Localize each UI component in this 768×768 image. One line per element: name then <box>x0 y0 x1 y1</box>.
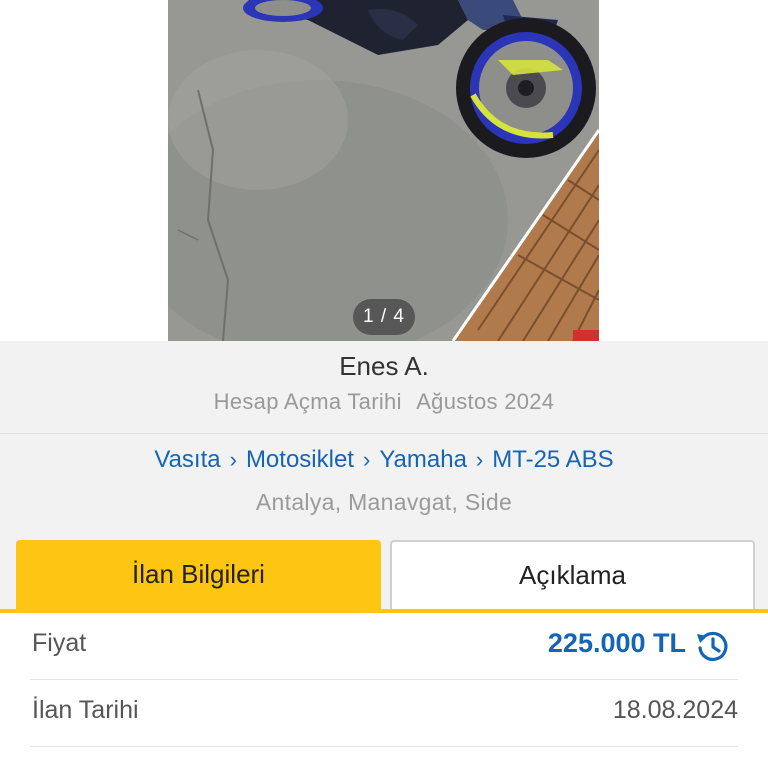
price-value: 225.000 TL <box>547 628 686 658</box>
detail-row-price: Fiyat 225.000 TL <box>30 613 738 680</box>
photo-gallery[interactable]: 1 / 4 <box>0 0 768 341</box>
breadcrumb-item-model[interactable]: MT-25 ABS <box>492 446 613 473</box>
listing-photo[interactable] <box>168 0 599 341</box>
breadcrumb-item-motosiklet[interactable]: Motosiklet <box>246 446 354 473</box>
seller-info[interactable]: Enes A. Hesap Açma Tarihi Ağustos 2024 <box>0 341 768 434</box>
photo-counter: 1 / 4 <box>353 299 415 335</box>
detail-row-date: İlan Tarihi 18.08.2024 <box>30 680 738 747</box>
date-label: İlan Tarihi <box>32 696 139 724</box>
breadcrumb-item-vasita[interactable]: Vasıta <box>154 446 220 473</box>
price-history-icon[interactable] <box>694 628 730 664</box>
date-value: 18.08.2024 <box>612 696 738 724</box>
price-label: Fiyat <box>32 629 87 657</box>
listing-location: Antalya, Manavgat, Side <box>255 489 513 515</box>
seller-name[interactable]: Enes A. <box>0 351 768 382</box>
chevron-right-icon: › <box>475 447 484 472</box>
tab-description[interactable]: Açıklama <box>390 540 755 609</box>
listing-details: Fiyat 225.000 TL İlan Tarihi 18.08.2024 <box>0 613 768 768</box>
account-created-value: Ağustos 2024 <box>416 389 555 414</box>
account-created: Hesap Açma Tarihi Ağustos 2024 <box>0 389 768 415</box>
breadcrumb: Vasıta › Motosiklet › Yamaha › MT-25 ABS <box>0 446 768 474</box>
chevron-right-icon: › <box>229 447 237 472</box>
tab-listing-info[interactable]: İlan Bilgileri <box>16 540 381 609</box>
breadcrumb-item-yamaha[interactable]: Yamaha <box>379 446 467 473</box>
chevron-right-icon: › <box>362 447 371 472</box>
motorcycle-photo-illustration <box>168 0 599 341</box>
account-created-label: Hesap Açma Tarihi <box>213 389 402 414</box>
